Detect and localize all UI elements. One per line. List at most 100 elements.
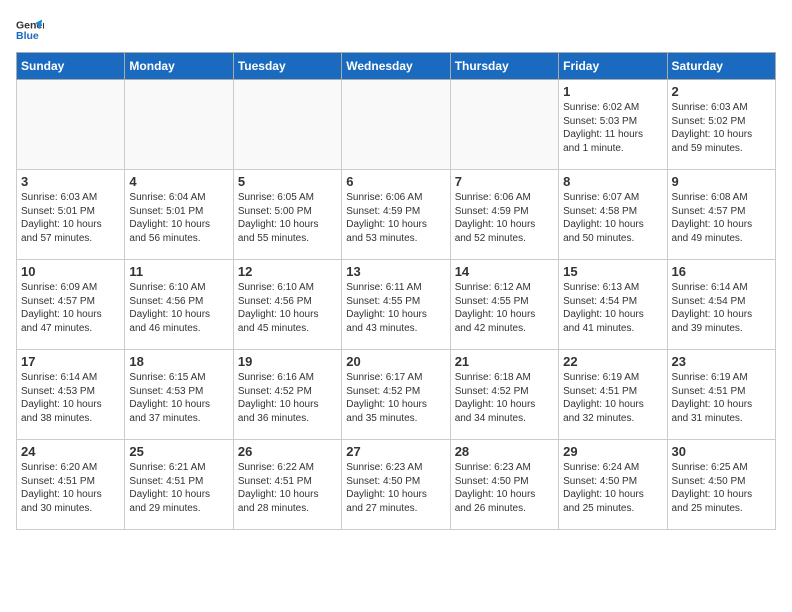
day-number: 20 — [346, 354, 445, 369]
weekday-header-thursday: Thursday — [450, 53, 558, 80]
calendar-cell: 23 Sunrise: 6:19 AM Sunset: 4:51 PM Dayli… — [667, 350, 775, 440]
day-number: 8 — [563, 174, 662, 189]
day-number: 2 — [672, 84, 771, 99]
calendar-cell: 24 Sunrise: 6:20 AM Sunset: 4:51 PM Dayli… — [17, 440, 125, 530]
day-number: 23 — [672, 354, 771, 369]
day-number: 25 — [129, 444, 228, 459]
day-number: 14 — [455, 264, 554, 279]
day-number: 17 — [21, 354, 120, 369]
calendar-cell: 19 Sunrise: 6:16 AM Sunset: 4:52 PM Dayli… — [233, 350, 341, 440]
calendar-cell: 27 Sunrise: 6:23 AM Sunset: 4:50 PM Dayli… — [342, 440, 450, 530]
day-number: 16 — [672, 264, 771, 279]
calendar-table: SundayMondayTuesdayWednesdayThursdayFrid… — [16, 52, 776, 530]
calendar-cell: 28 Sunrise: 6:23 AM Sunset: 4:50 PM Dayli… — [450, 440, 558, 530]
day-info: Sunrise: 6:19 AM Sunset: 4:51 PM Dayligh… — [563, 371, 662, 425]
day-info: Sunrise: 6:09 AM Sunset: 4:57 PM Dayligh… — [21, 281, 120, 335]
calendar-week-row-3: 10 Sunrise: 6:09 AM Sunset: 4:57 PM Dayli… — [17, 260, 776, 350]
day-number: 3 — [21, 174, 120, 189]
calendar-cell: 29 Sunrise: 6:24 AM Sunset: 4:50 PM Dayli… — [559, 440, 667, 530]
day-info: Sunrise: 6:20 AM Sunset: 4:51 PM Dayligh… — [21, 461, 120, 515]
calendar-cell: 7Sunrise: 6:06 AM Sunset: 4:59 PM Daylig… — [450, 170, 558, 260]
calendar-cell: 10 Sunrise: 6:09 AM Sunset: 4:57 PM Dayli… — [17, 260, 125, 350]
day-info: Sunrise: 6:16 AM Sunset: 4:52 PM Dayligh… — [238, 371, 337, 425]
day-info: Sunrise: 6:07 AM Sunset: 4:58 PM Dayligh… — [563, 191, 662, 245]
day-number: 24 — [21, 444, 120, 459]
day-info: Sunrise: 6:23 AM Sunset: 4:50 PM Dayligh… — [346, 461, 445, 515]
day-info: Sunrise: 6:14 AM Sunset: 4:54 PM Dayligh… — [672, 281, 771, 335]
calendar-cell — [233, 80, 341, 170]
day-number: 22 — [563, 354, 662, 369]
calendar-cell: 15Sunrise: 6:13 AM Sunset: 4:54 PM Dayli… — [559, 260, 667, 350]
day-info: Sunrise: 6:06 AM Sunset: 4:59 PM Dayligh… — [455, 191, 554, 245]
weekday-header-saturday: Saturday — [667, 53, 775, 80]
day-number: 27 — [346, 444, 445, 459]
day-info: Sunrise: 6:25 AM Sunset: 4:50 PM Dayligh… — [672, 461, 771, 515]
day-info: Sunrise: 6:22 AM Sunset: 4:51 PM Dayligh… — [238, 461, 337, 515]
day-number: 6 — [346, 174, 445, 189]
day-number: 28 — [455, 444, 554, 459]
day-number: 4 — [129, 174, 228, 189]
day-info: Sunrise: 6:23 AM Sunset: 4:50 PM Dayligh… — [455, 461, 554, 515]
day-info: Sunrise: 6:10 AM Sunset: 4:56 PM Dayligh… — [129, 281, 228, 335]
day-info: Sunrise: 6:18 AM Sunset: 4:52 PM Dayligh… — [455, 371, 554, 425]
page-header: General Blue — [16, 16, 776, 44]
calendar-cell: 22 Sunrise: 6:19 AM Sunset: 4:51 PM Dayli… — [559, 350, 667, 440]
weekday-header-wednesday: Wednesday — [342, 53, 450, 80]
day-info: Sunrise: 6:19 AM Sunset: 4:51 PM Dayligh… — [672, 371, 771, 425]
calendar-cell: 18Sunrise: 6:15 AM Sunset: 4:53 PM Dayli… — [125, 350, 233, 440]
day-info: Sunrise: 6:17 AM Sunset: 4:52 PM Dayligh… — [346, 371, 445, 425]
calendar-cell: 6Sunrise: 6:06 AM Sunset: 4:59 PM Daylig… — [342, 170, 450, 260]
calendar-cell: 12 Sunrise: 6:10 AM Sunset: 4:56 PM Dayli… — [233, 260, 341, 350]
day-info: Sunrise: 6:15 AM Sunset: 4:53 PM Dayligh… — [129, 371, 228, 425]
calendar-week-row-5: 24 Sunrise: 6:20 AM Sunset: 4:51 PM Dayli… — [17, 440, 776, 530]
calendar-cell: 14 Sunrise: 6:12 AM Sunset: 4:55 PM Dayli… — [450, 260, 558, 350]
calendar-cell: 25 Sunrise: 6:21 AM Sunset: 4:51 PM Dayli… — [125, 440, 233, 530]
day-info: Sunrise: 6:13 AM Sunset: 4:54 PM Dayligh… — [563, 281, 662, 335]
day-info: Sunrise: 6:21 AM Sunset: 4:51 PM Dayligh… — [129, 461, 228, 515]
day-number: 11 — [129, 264, 228, 279]
day-info: Sunrise: 6:10 AM Sunset: 4:56 PM Dayligh… — [238, 281, 337, 335]
calendar-cell: 11 Sunrise: 6:10 AM Sunset: 4:56 PM Dayli… — [125, 260, 233, 350]
calendar-cell: 8 Sunrise: 6:07 AM Sunset: 4:58 PM Daylig… — [559, 170, 667, 260]
weekday-header-friday: Friday — [559, 53, 667, 80]
day-info: Sunrise: 6:02 AM Sunset: 5:03 PM Dayligh… — [563, 101, 662, 155]
day-info: Sunrise: 6:12 AM Sunset: 4:55 PM Dayligh… — [455, 281, 554, 335]
day-number: 21 — [455, 354, 554, 369]
day-info: Sunrise: 6:05 AM Sunset: 5:00 PM Dayligh… — [238, 191, 337, 245]
calendar-week-row-2: 3 Sunrise: 6:03 AM Sunset: 5:01 PM Daylig… — [17, 170, 776, 260]
calendar-cell: 20 Sunrise: 6:17 AM Sunset: 4:52 PM Dayli… — [342, 350, 450, 440]
calendar-cell: 3 Sunrise: 6:03 AM Sunset: 5:01 PM Daylig… — [17, 170, 125, 260]
svg-text:Blue: Blue — [16, 30, 39, 42]
calendar-cell — [450, 80, 558, 170]
calendar-cell: 2Sunrise: 6:03 AM Sunset: 5:02 PM Daylig… — [667, 80, 775, 170]
calendar-cell: 13 Sunrise: 6:11 AM Sunset: 4:55 PM Dayli… — [342, 260, 450, 350]
day-number: 29 — [563, 444, 662, 459]
calendar-cell: 16 Sunrise: 6:14 AM Sunset: 4:54 PM Dayli… — [667, 260, 775, 350]
calendar-cell — [342, 80, 450, 170]
calendar-cell: 30Sunrise: 6:25 AM Sunset: 4:50 PM Dayli… — [667, 440, 775, 530]
day-info: Sunrise: 6:11 AM Sunset: 4:55 PM Dayligh… — [346, 281, 445, 335]
calendar-week-row-4: 17Sunrise: 6:14 AM Sunset: 4:53 PM Dayli… — [17, 350, 776, 440]
day-number: 13 — [346, 264, 445, 279]
weekday-header-monday: Monday — [125, 53, 233, 80]
calendar-cell — [17, 80, 125, 170]
calendar-cell: 4Sunrise: 6:04 AM Sunset: 5:01 PM Daylig… — [125, 170, 233, 260]
day-number: 5 — [238, 174, 337, 189]
weekday-header-tuesday: Tuesday — [233, 53, 341, 80]
calendar-cell — [125, 80, 233, 170]
calendar-cell: 1Sunrise: 6:02 AM Sunset: 5:03 PM Daylig… — [559, 80, 667, 170]
day-info: Sunrise: 6:08 AM Sunset: 4:57 PM Dayligh… — [672, 191, 771, 245]
day-number: 19 — [238, 354, 337, 369]
weekday-header-sunday: Sunday — [17, 53, 125, 80]
day-number: 26 — [238, 444, 337, 459]
day-info: Sunrise: 6:03 AM Sunset: 5:01 PM Dayligh… — [21, 191, 120, 245]
calendar-cell: 5 Sunrise: 6:05 AM Sunset: 5:00 PM Daylig… — [233, 170, 341, 260]
day-info: Sunrise: 6:24 AM Sunset: 4:50 PM Dayligh… — [563, 461, 662, 515]
calendar-cell: 17Sunrise: 6:14 AM Sunset: 4:53 PM Dayli… — [17, 350, 125, 440]
day-number: 10 — [21, 264, 120, 279]
day-number: 9 — [672, 174, 771, 189]
calendar-cell: 9 Sunrise: 6:08 AM Sunset: 4:57 PM Daylig… — [667, 170, 775, 260]
calendar-cell: 21 Sunrise: 6:18 AM Sunset: 4:52 PM Dayli… — [450, 350, 558, 440]
logo-icon: General Blue — [16, 16, 44, 44]
day-number: 12 — [238, 264, 337, 279]
